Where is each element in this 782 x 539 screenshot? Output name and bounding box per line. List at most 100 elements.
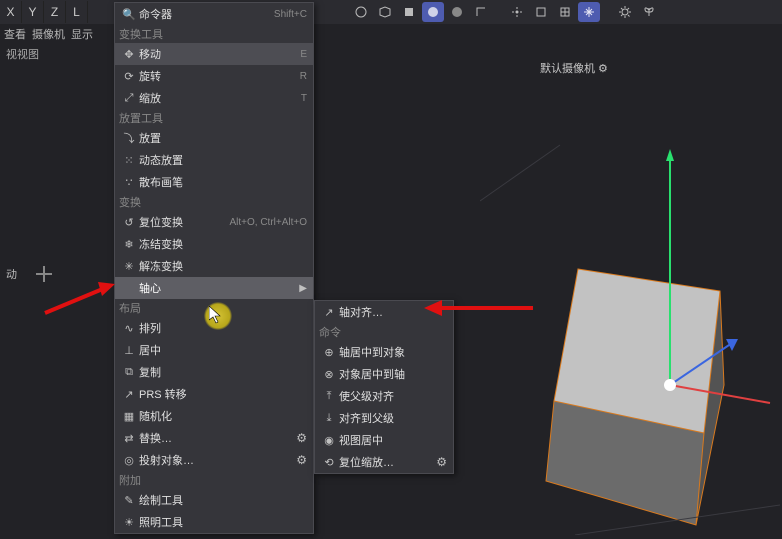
menu-dynamic-place[interactable]: ⁙ 动态放置 bbox=[115, 149, 313, 171]
menu-draw-tool[interactable]: ✎ 绘制工具 bbox=[115, 489, 313, 511]
menu-axis-label: 轴心 bbox=[139, 280, 295, 296]
shading-render-icon[interactable] bbox=[446, 2, 468, 22]
camera-tab[interactable]: 摄像机 bbox=[32, 26, 65, 42]
view-tab[interactable]: 查看 bbox=[4, 26, 26, 42]
submenu-reset-scale[interactable]: ⟲ 复位缩放… ⚙ bbox=[315, 451, 453, 473]
axis-l-button[interactable]: L bbox=[66, 1, 88, 23]
menu-scale-label: 缩放 bbox=[139, 90, 301, 106]
menu-move-label: 移动 bbox=[139, 46, 300, 62]
annotation-arrow-left bbox=[40, 278, 120, 318]
axis-z-button[interactable]: Z bbox=[44, 1, 66, 23]
submenu-axis-center-obj[interactable]: ⊕ 轴居中到对象 bbox=[315, 341, 453, 363]
menu-header-layout: 布局 bbox=[115, 299, 313, 317]
menu-scale-shortcut: T bbox=[301, 93, 307, 104]
submenu-view-center[interactable]: ◉ 视图居中 bbox=[315, 429, 453, 451]
shading-box-icon[interactable] bbox=[374, 2, 396, 22]
prs-icon: ↗ bbox=[119, 386, 139, 402]
tools-menu: 🔍 命令器 Shift+C 变换工具 ✥ 移动 E ⟳ 旋转 R ⤢ 缩放 T … bbox=[114, 2, 314, 534]
axis-x-button[interactable]: X bbox=[0, 1, 22, 23]
freeze-icon: ❄ bbox=[119, 236, 139, 252]
menu-reset-transform[interactable]: ↺ 复位变换 Alt+O, Ctrl+Alt+O bbox=[115, 211, 313, 233]
menu-freeze-transform[interactable]: ❄ 冻结变换 bbox=[115, 233, 313, 255]
menu-axis[interactable]: 轴心 ▶ bbox=[115, 277, 313, 299]
rotate-icon: ⟳ bbox=[119, 68, 139, 84]
submenu-view-center-label: 视图居中 bbox=[339, 432, 447, 448]
shading-solid-icon[interactable] bbox=[398, 2, 420, 22]
center-icon: ⊥ bbox=[119, 342, 139, 358]
menu-random-label: 随机化 bbox=[139, 408, 307, 424]
menu-rotate-shortcut: R bbox=[300, 71, 307, 82]
menu-scale[interactable]: ⤢ 缩放 T bbox=[115, 87, 313, 109]
menu-dynamic-place-label: 动态放置 bbox=[139, 152, 307, 168]
menu-project-label: 投射对象… bbox=[139, 452, 292, 468]
settings-gear-icon[interactable] bbox=[614, 2, 636, 22]
shading-material-icon[interactable] bbox=[422, 2, 444, 22]
menu-place[interactable]: ⤵ 放置 bbox=[115, 127, 313, 149]
menu-arrange[interactable]: ∿ 排列 bbox=[115, 317, 313, 339]
menu-move[interactable]: ✥ 移动 E bbox=[115, 43, 313, 65]
side-label: 动 bbox=[6, 266, 17, 282]
menu-replace[interactable]: ⇄ 替换… ⚙ bbox=[115, 427, 313, 449]
submenu-obj-center-label: 对象居中到轴 bbox=[339, 366, 447, 382]
gear-icon[interactable]: ⚙ bbox=[296, 431, 307, 445]
viewport-3d[interactable] bbox=[480, 105, 780, 535]
axis-tool-icon[interactable] bbox=[36, 266, 52, 282]
snap-dot-icon[interactable] bbox=[506, 2, 528, 22]
axis-submenu: ↗ 轴对齐… 命令 ⊕ 轴居中到对象 ⊗ 对象居中到轴 ⤒ 使父级对齐 ⤓ 对齐… bbox=[314, 300, 454, 474]
submenu-reset-scale-label: 复位缩放… bbox=[339, 454, 436, 470]
submenu-axis-center-label: 轴居中到对象 bbox=[339, 344, 447, 360]
menu-arrange-label: 排列 bbox=[139, 320, 307, 336]
snap-cube-icon[interactable] bbox=[530, 2, 552, 22]
menu-draw-label: 绘制工具 bbox=[139, 492, 307, 508]
menu-duplicate-label: 复制 bbox=[139, 364, 307, 380]
butterfly-icon[interactable] bbox=[638, 2, 660, 22]
scatter-icon: ∵ bbox=[119, 174, 139, 190]
submenu-align-axis-label: 轴对齐… bbox=[339, 304, 447, 320]
gear-icon[interactable]: ⚙ bbox=[436, 455, 447, 469]
menu-duplicate[interactable]: ⧉ 复制 bbox=[115, 361, 313, 383]
menu-search[interactable]: 🔍 命令器 Shift+C bbox=[115, 3, 313, 25]
display-tab[interactable]: 显示 bbox=[71, 26, 93, 42]
submenu-arrow-icon: ▶ bbox=[299, 283, 307, 294]
shading-line-icon[interactable] bbox=[470, 2, 492, 22]
menu-project[interactable]: ◎ 投射对象… ⚙ bbox=[115, 449, 313, 471]
grid-icon[interactable] bbox=[554, 2, 576, 22]
submenu-align-axis[interactable]: ↗ 轴对齐… bbox=[315, 301, 453, 323]
arrange-icon: ∿ bbox=[119, 320, 139, 336]
menu-center[interactable]: ⊥ 居中 bbox=[115, 339, 313, 361]
axis-y-button[interactable]: Y bbox=[22, 1, 44, 23]
menu-unfreeze-transform[interactable]: ✳ 解冻变换 bbox=[115, 255, 313, 277]
menu-header-attach: 附加 bbox=[115, 471, 313, 489]
menu-replace-label: 替换… bbox=[139, 430, 292, 446]
duplicate-icon: ⧉ bbox=[119, 364, 139, 380]
align-parent-icon: ⤓ bbox=[319, 410, 339, 426]
menu-light-tool[interactable]: ☀ 照明工具 bbox=[115, 511, 313, 533]
move-icon: ✥ bbox=[119, 46, 139, 62]
reset-icon: ↺ bbox=[119, 214, 139, 230]
menu-rotate[interactable]: ⟳ 旋转 R bbox=[115, 65, 313, 87]
menu-scatter-label: 散布画笔 bbox=[139, 174, 307, 190]
gear-icon[interactable]: ⚙ bbox=[296, 453, 307, 467]
reset-scale-icon: ⟲ bbox=[319, 454, 339, 470]
menu-header-place-tools: 放置工具 bbox=[115, 109, 313, 127]
shading-wire-icon[interactable] bbox=[350, 2, 372, 22]
menu-rotate-label: 旋转 bbox=[139, 68, 300, 84]
submenu-obj-center-axis[interactable]: ⊗ 对象居中到轴 bbox=[315, 363, 453, 385]
snap-toggle-icon[interactable] bbox=[578, 2, 600, 22]
menu-scatter[interactable]: ∵ 散布画笔 bbox=[115, 171, 313, 193]
menu-freeze-label: 冻结变换 bbox=[139, 236, 307, 252]
menu-center-label: 居中 bbox=[139, 342, 307, 358]
camera-label[interactable]: 默认摄像机 ⚙ bbox=[540, 60, 608, 76]
project-icon: ◎ bbox=[119, 452, 139, 468]
submenu-parent-align[interactable]: ⤒ 使父级对齐 bbox=[315, 385, 453, 407]
search-icon: 🔍 bbox=[119, 6, 139, 22]
unfreeze-icon: ✳ bbox=[119, 258, 139, 274]
pencil-icon: ✎ bbox=[119, 492, 139, 508]
menu-random[interactable]: ▦ 随机化 bbox=[115, 405, 313, 427]
menu-prs-transfer[interactable]: ↗ PRS 转移 bbox=[115, 383, 313, 405]
toolbar-icons bbox=[350, 2, 660, 22]
align-axis-icon: ↗ bbox=[319, 304, 339, 320]
random-icon: ▦ bbox=[119, 408, 139, 424]
submenu-align-to-parent[interactable]: ⤓ 对齐到父级 bbox=[315, 407, 453, 429]
place-icon: ⤵ bbox=[119, 130, 139, 146]
